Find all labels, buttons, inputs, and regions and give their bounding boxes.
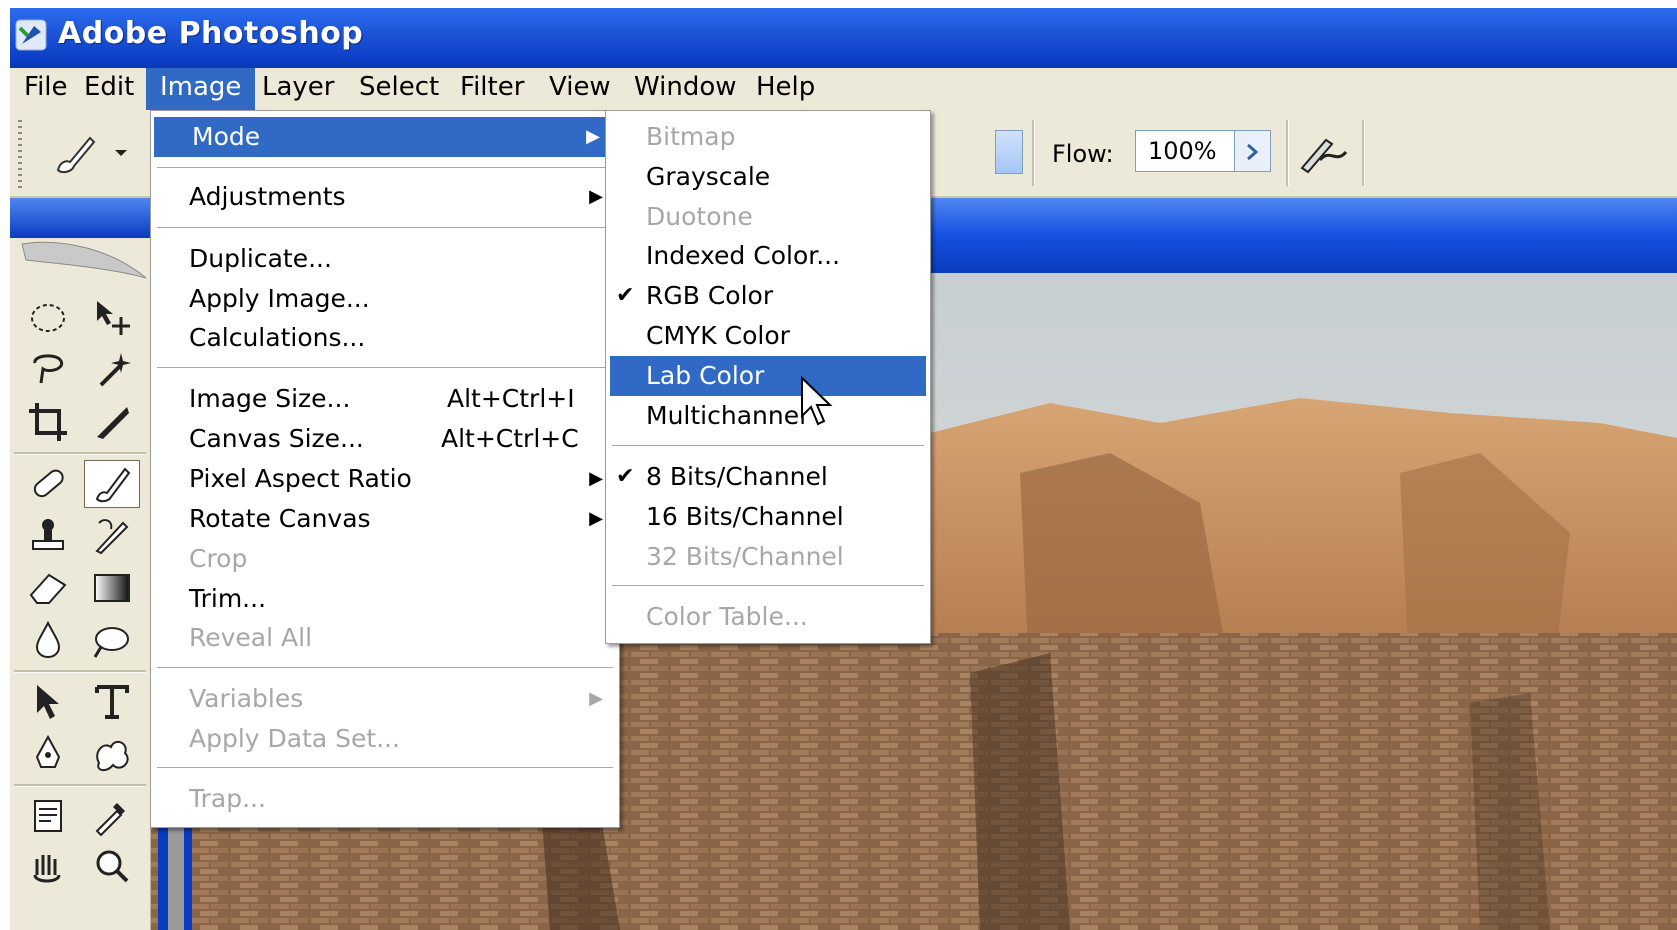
menu-filter[interactable]: Filter [446, 68, 538, 110]
blur-icon[interactable] [20, 616, 76, 664]
brush-icon[interactable] [50, 132, 98, 176]
menu-help[interactable]: Help [742, 68, 829, 110]
menu-item-mode[interactable]: Mode ▶ [154, 117, 616, 157]
zoom-icon[interactable] [84, 842, 140, 890]
menu-item-bitmap[interactable]: Bitmap [606, 117, 930, 157]
toolbar-grip[interactable] [18, 120, 22, 190]
menu-item-image-size[interactable]: Image Size... Alt+Ctrl+I [151, 379, 619, 419]
lasso-icon[interactable] [20, 346, 76, 394]
chevron-right-icon [1247, 143, 1259, 161]
chevron-right-icon: ▶ [589, 508, 603, 529]
gradient-icon[interactable] [84, 564, 140, 612]
menu-item-duotone[interactable]: Duotone [606, 197, 930, 237]
chevron-right-icon: ▶ [586, 126, 600, 147]
separator [157, 367, 613, 369]
menu-item-16-bits-channel[interactable]: 16 Bits/Channel [606, 497, 930, 537]
menu-item-apply-image[interactable]: Apply Image... [151, 279, 619, 319]
menu-item-reveal-all[interactable]: Reveal All [151, 618, 619, 658]
menu-item-8-bits-channel[interactable]: ✔ 8 Bits/Channel [606, 457, 930, 497]
menu-item-trap[interactable]: Trap... [151, 779, 619, 819]
menu-item-grayscale[interactable]: Grayscale [606, 157, 930, 197]
menu-bar: File Edit Image Layer Select Filter View… [10, 68, 1677, 110]
toolbox [10, 288, 151, 930]
chevron-down-icon[interactable] [114, 148, 128, 158]
separator [612, 585, 924, 587]
menu-layer[interactable]: Layer [248, 68, 349, 110]
menu-item-32-bits-channel[interactable]: 32 Bits/Channel [606, 537, 930, 577]
opacity-arrow-button[interactable] [995, 130, 1023, 174]
separator [612, 445, 924, 447]
healing-brush-icon[interactable] [20, 460, 76, 508]
menu-window[interactable]: Window [620, 68, 751, 110]
separator [14, 452, 146, 455]
menu-image[interactable]: Image [146, 68, 256, 110]
pen-icon[interactable] [20, 730, 76, 778]
menu-select[interactable]: Select [345, 68, 453, 110]
dodge-icon[interactable] [84, 616, 140, 664]
magic-wand-icon[interactable] [84, 346, 140, 394]
photoshop-window: Adobe Photoshop File Edit Image Layer Se… [10, 8, 1677, 930]
flow-slider-button[interactable] [1235, 130, 1271, 172]
crop-icon[interactable] [20, 398, 76, 446]
menu-item-trim[interactable]: Trim... [151, 579, 619, 619]
menu-item-lab-color[interactable]: Lab Color [610, 356, 926, 396]
toolbox-title-bar [10, 198, 150, 238]
menu-item-rgb-color[interactable]: ✔ RGB Color [606, 276, 930, 316]
flow-input[interactable]: 100% [1135, 130, 1235, 172]
separator [1286, 120, 1289, 186]
clone-stamp-icon[interactable] [20, 512, 76, 560]
separator [157, 667, 613, 669]
airbrush-icon[interactable] [1296, 130, 1352, 176]
scrollbar[interactable] [168, 818, 184, 930]
brush-tool-icon[interactable] [84, 460, 140, 508]
separator [157, 167, 613, 169]
chevron-right-icon: ▶ [589, 468, 603, 489]
slice-icon[interactable] [84, 398, 140, 446]
photoshop-logo-icon [15, 19, 47, 51]
menu-item-cmyk-color[interactable]: CMYK Color [606, 316, 930, 356]
eraser-icon[interactable] [20, 564, 76, 612]
menu-item-indexed-color[interactable]: Indexed Color... [606, 236, 930, 276]
feather-logo-icon [21, 241, 147, 279]
path-selection-icon[interactable] [20, 678, 76, 726]
menu-item-pixel-aspect-ratio[interactable]: Pixel Aspect Ratio ▶ [151, 459, 619, 499]
toolbox-header [10, 238, 150, 288]
menu-item-adjustments[interactable]: Adjustments ▶ [151, 177, 619, 217]
separator [1032, 120, 1035, 186]
chevron-right-icon: ▶ [589, 688, 603, 709]
type-icon[interactable] [84, 678, 140, 726]
move-icon[interactable] [84, 294, 140, 342]
mode-submenu: Bitmap Grayscale Duotone Indexed Color..… [605, 110, 931, 644]
image-menu-dropdown: Mode ▶ Adjustments ▶ Duplicate... Apply … [150, 110, 620, 828]
menu-item-rotate-canvas[interactable]: Rotate Canvas ▶ [151, 499, 619, 539]
title-bar: Adobe Photoshop [10, 8, 1677, 68]
menu-item-calculations[interactable]: Calculations... [151, 318, 619, 358]
custom-shape-icon[interactable] [84, 730, 140, 778]
separator [157, 227, 613, 229]
history-brush-icon[interactable] [84, 512, 140, 560]
hand-icon[interactable] [20, 842, 76, 890]
window-title: Adobe Photoshop [58, 16, 364, 51]
notes-icon[interactable] [20, 792, 76, 840]
mouse-pointer-icon [801, 376, 833, 426]
checkmark-icon: ✔ [616, 464, 635, 489]
flow-label: Flow: [1052, 140, 1114, 168]
separator [157, 767, 613, 769]
marquee-icon[interactable] [20, 294, 76, 342]
chevron-right-icon: ▶ [589, 186, 603, 207]
menu-item-multichannel[interactable]: Multichannel [606, 396, 930, 436]
menu-item-canvas-size[interactable]: Canvas Size... Alt+Ctrl+C [151, 419, 619, 459]
menu-edit[interactable]: Edit [70, 68, 148, 110]
separator [14, 784, 146, 787]
menu-item-crop[interactable]: Crop [151, 539, 619, 579]
menu-item-duplicate[interactable]: Duplicate... [151, 239, 619, 279]
menu-item-variables[interactable]: Variables ▶ [151, 679, 619, 719]
eyedropper-icon[interactable] [84, 792, 140, 840]
menu-item-apply-data-set[interactable]: Apply Data Set... [151, 719, 619, 759]
separator [1362, 120, 1365, 186]
checkmark-icon: ✔ [616, 283, 635, 308]
menu-item-color-table[interactable]: Color Table... [606, 597, 930, 637]
separator [14, 670, 146, 673]
menu-view[interactable]: View [535, 68, 625, 110]
